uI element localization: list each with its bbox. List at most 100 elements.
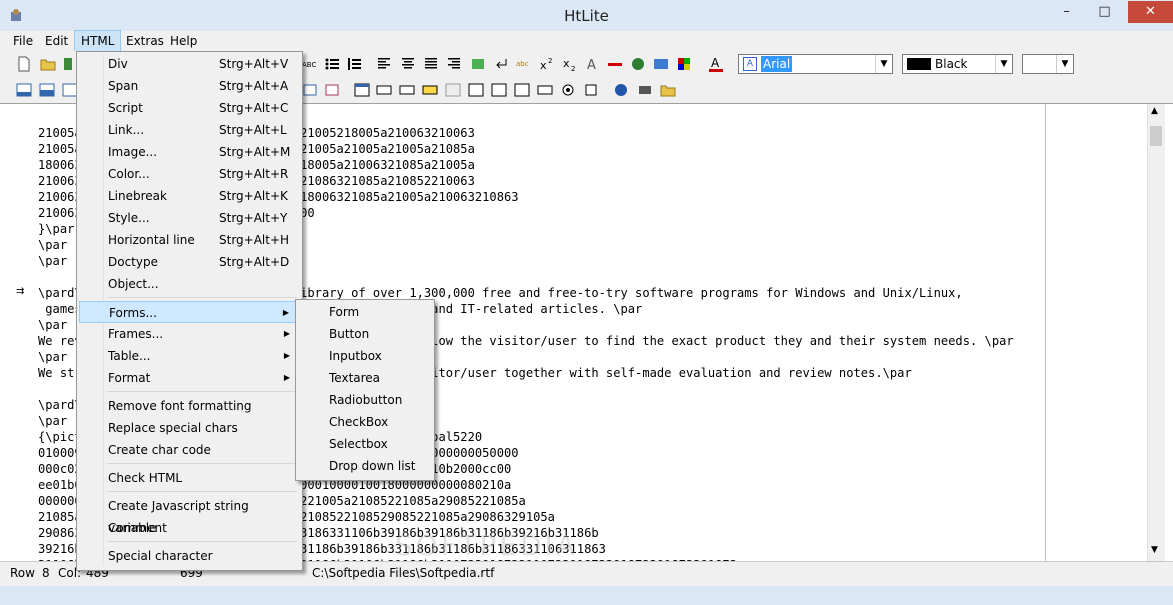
- menu-separator: [107, 463, 297, 464]
- submenu-arrow-icon: ▶: [283, 373, 290, 382]
- menu-item-style[interactable]: Style... Strg+Alt+Y: [79, 207, 298, 229]
- align-justify-icon[interactable]: [423, 56, 439, 72]
- horizontal-rule-icon[interactable]: [607, 56, 623, 72]
- layout-left-icon[interactable]: [16, 82, 32, 98]
- image-icon[interactable]: [653, 56, 669, 72]
- align-right-icon[interactable]: [446, 56, 462, 72]
- menu-file[interactable]: File: [7, 31, 39, 51]
- align-center-icon[interactable]: [400, 56, 416, 72]
- submenu-item-inputbox[interactable]: Inputbox: [298, 345, 430, 367]
- label-icon[interactable]: [399, 82, 415, 98]
- new-file-icon[interactable]: [16, 56, 32, 72]
- menu-item-script[interactable]: Script Strg+Alt+C: [79, 97, 298, 119]
- chevron-down-icon[interactable]: ▼: [875, 55, 892, 73]
- menu-item-format[interactable]: Format ▶: [79, 367, 298, 389]
- menu-extras[interactable]: Extras: [120, 31, 170, 51]
- scroll-thumb[interactable]: [1150, 126, 1162, 146]
- menu-item-color[interactable]: Color... Strg+Alt+R: [79, 163, 298, 185]
- svg-text:2: 2: [571, 65, 575, 72]
- menu-help[interactable]: Help: [164, 31, 203, 51]
- blank-icon[interactable]: [445, 82, 461, 98]
- html-menu-dropdown: Div Strg+Alt+V Span Strg+Alt+A Script Strg+…: [76, 51, 303, 571]
- menu-separator: [107, 297, 297, 298]
- folder-upload-icon[interactable]: [660, 82, 676, 98]
- font-color-icon[interactable]: A: [708, 56, 724, 72]
- spell-abc-icon[interactable]: abc: [516, 56, 532, 72]
- vertical-scrollbar[interactable]: ▲ ▼: [1147, 104, 1165, 562]
- submenu-arrow-icon: ▶: [282, 308, 289, 317]
- status-row: 8: [42, 566, 50, 580]
- subscript-icon[interactable]: x2: [562, 56, 578, 72]
- menu-item-link[interactable]: Link... Strg+Alt+L: [79, 119, 298, 141]
- open-folder-icon[interactable]: [40, 56, 56, 72]
- menu-item-create-char-code[interactable]: Create char code: [79, 439, 298, 461]
- chevron-down-icon[interactable]: ▼: [1056, 55, 1073, 73]
- submenu-arrow-icon: ▶: [283, 351, 290, 360]
- return-arrow-icon[interactable]: [493, 56, 509, 72]
- menu-item-image[interactable]: Image... Strg+Alt+M: [79, 141, 298, 163]
- color-grid-icon[interactable]: [676, 56, 692, 72]
- svg-text:A: A: [587, 58, 596, 72]
- numbered-list-icon[interactable]: [346, 56, 362, 72]
- menu-item-span[interactable]: Span Strg+Alt+A: [79, 75, 298, 97]
- editor-gutter: ⇉: [0, 104, 34, 562]
- align-left-icon[interactable]: [376, 56, 392, 72]
- submenu-item-radiobutton[interactable]: Radiobutton: [298, 389, 430, 411]
- list-box-icon[interactable]: [491, 82, 507, 98]
- svg-text:ABC: ABC: [302, 61, 316, 69]
- menu-edit[interactable]: Edit: [39, 31, 74, 51]
- grid-icon[interactable]: [514, 82, 530, 98]
- globe-web-icon[interactable]: [613, 82, 629, 98]
- submenu-item-drop-down-list[interactable]: Drop down list: [298, 455, 430, 477]
- submenu-item-selectbox[interactable]: Selectbox: [298, 433, 430, 455]
- bullet-list-icon[interactable]: [324, 56, 340, 72]
- button-icon[interactable]: [422, 82, 438, 98]
- font-size-combo[interactable]: ▼: [1022, 54, 1074, 74]
- textarea-icon[interactable]: [468, 82, 484, 98]
- window-icon[interactable]: [354, 82, 370, 98]
- maximize-button[interactable]: □: [1082, 1, 1127, 23]
- menu-item-replace-special-chars[interactable]: Replace special chars: [79, 417, 298, 439]
- submenu-item-form[interactable]: Form: [298, 301, 430, 323]
- menu-item-table[interactable]: Table... ▶: [79, 345, 298, 367]
- checkbox-icon[interactable]: [583, 82, 599, 98]
- font-color-combo[interactable]: Black ▼: [902, 54, 1013, 74]
- spellcheck-icon[interactable]: ABC: [302, 56, 318, 72]
- menu-item-check-html[interactable]: Check HTML: [79, 467, 298, 489]
- svg-text:x: x: [563, 57, 570, 70]
- preview-icon[interactable]: [637, 82, 653, 98]
- menu-item-remove-font-formatting[interactable]: Remove font formatting: [79, 395, 298, 417]
- layout-bottom-icon[interactable]: [39, 82, 55, 98]
- tag-multi-icon[interactable]: [324, 82, 340, 98]
- font-family-combo[interactable]: A Arial ▼: [738, 54, 893, 74]
- globe-icon[interactable]: [630, 56, 646, 72]
- font-color-value: Black: [935, 57, 968, 71]
- tag-icon[interactable]: [302, 82, 318, 98]
- chevron-down-icon[interactable]: ▼: [995, 55, 1012, 73]
- close-button[interactable]: ✕: [1128, 1, 1173, 23]
- submenu-item-textarea[interactable]: Textarea: [298, 367, 430, 389]
- menu-item-comment[interactable]: Comment: [79, 517, 298, 539]
- scroll-down-icon[interactable]: ▼: [1151, 545, 1158, 555]
- menu-html[interactable]: HTML: [74, 30, 122, 52]
- submenu-item-checkbox[interactable]: CheckBox: [298, 411, 430, 433]
- scroll-up-icon[interactable]: ▲: [1151, 106, 1158, 116]
- font-style-icon[interactable]: A: [585, 56, 601, 72]
- text-field-icon[interactable]: [376, 82, 392, 98]
- menu-item-frames[interactable]: Frames... ▶: [79, 323, 298, 345]
- menu-item-div[interactable]: Div Strg+Alt+V: [79, 53, 298, 75]
- font-type-icon: A: [743, 57, 757, 71]
- radio-icon[interactable]: [560, 82, 576, 98]
- menu-item-create-js-string[interactable]: Create Javascript string variable: [79, 495, 298, 535]
- svg-text:abc: abc: [516, 60, 529, 68]
- menu-item-doctype[interactable]: Doctype Strg+Alt+D: [79, 251, 298, 273]
- menu-item-object[interactable]: Object...: [79, 273, 298, 295]
- menu-item-linebreak[interactable]: Linebreak Strg+Alt+K: [79, 185, 298, 207]
- menu-item-horizontal-line[interactable]: Horizontal line Strg+Alt+H: [79, 229, 298, 251]
- indent-icon[interactable]: [470, 56, 486, 72]
- submenu-item-button[interactable]: Button: [298, 323, 430, 345]
- ok-button-icon[interactable]: [537, 82, 553, 98]
- menu-item-forms[interactable]: Forms... ▶: [79, 301, 298, 323]
- superscript-icon[interactable]: x2: [539, 56, 555, 72]
- menu-item-special-character[interactable]: Special character: [79, 545, 298, 567]
